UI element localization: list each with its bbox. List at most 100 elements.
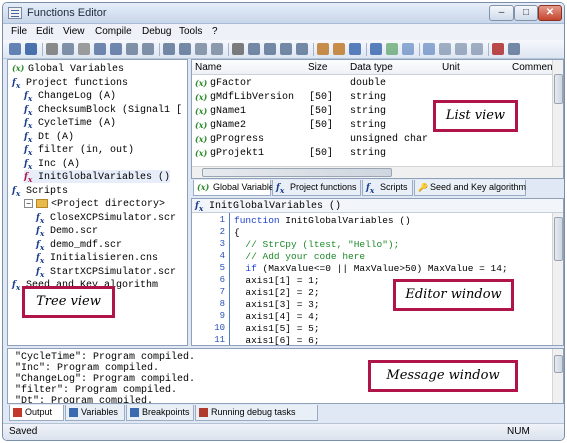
message-vertical-scrollbar[interactable]	[552, 349, 563, 403]
tab-output[interactable]: Output	[9, 405, 64, 421]
tab-variables[interactable]: Variables	[65, 405, 125, 421]
tree-item[interactable]: fx CloseXCPSimulator.scr	[36, 211, 176, 225]
compile-all-icon[interactable]	[333, 43, 345, 55]
copy-block-icon[interactable]	[179, 43, 191, 55]
code-line[interactable]: axis1[2] = 2;	[234, 287, 319, 299]
list-cell-name[interactable]: gName1	[210, 105, 246, 118]
tab-seed-and-key-algorithm[interactable]: 🔑 Seed and Key algorithm	[414, 180, 526, 196]
step-out-icon[interactable]	[471, 43, 483, 55]
editor-window: fx InitGlobalVariables () 1 2 3 4 5 6 7 8 9 10 11 f…	[191, 198, 564, 346]
tree-item[interactable]: fx ChangeLog (A)	[24, 89, 116, 103]
menu-help[interactable]: ?	[212, 26, 218, 37]
list-cell-name[interactable]: gName2	[210, 119, 246, 132]
list-icon[interactable]	[280, 43, 292, 55]
code-line[interactable]: if (MaxValue<=0 || MaxValue>50) MaxValue…	[234, 263, 507, 275]
step-over-icon[interactable]	[455, 43, 467, 55]
column-header-size[interactable]: Size	[305, 60, 347, 75]
list-cell-name[interactable]: gFactor	[210, 77, 252, 90]
code-line[interactable]: {	[234, 227, 240, 239]
cut-icon[interactable]	[46, 43, 58, 55]
run-icon[interactable]	[386, 43, 398, 55]
watch-icon[interactable]	[508, 43, 520, 55]
list-cell-name[interactable]: gProjekt1	[210, 147, 264, 160]
tab-running-debug-tasks[interactable]: Running debug tasks	[195, 405, 318, 421]
maximize-button[interactable]: □	[514, 5, 538, 21]
comment-icon[interactable]	[195, 43, 207, 55]
tree-item[interactable]: fx Project functions	[12, 76, 129, 90]
expand-collapse-toggle[interactable]: −	[24, 198, 33, 208]
tree-item[interactable]: (x) Global Variables	[12, 62, 124, 75]
column-header-comment[interactable]: Comment	[509, 60, 555, 75]
list-hscroll-thumb[interactable]	[202, 168, 392, 177]
view-split-icon[interactable]	[370, 43, 382, 55]
code-line[interactable]: axis1[4] = 4;	[234, 311, 319, 323]
code-line[interactable]: axis1[6] = 6;	[234, 335, 319, 345]
tab-label: Variables	[81, 407, 118, 417]
message-scroll-thumb[interactable]	[554, 355, 563, 373]
font-size-icon[interactable]	[232, 43, 244, 55]
copy-line-icon[interactable]	[163, 43, 175, 55]
view-icon[interactable]	[349, 43, 361, 55]
tab-breakpoints[interactable]: Breakpoints	[126, 405, 194, 421]
save-icon[interactable]	[25, 43, 37, 55]
tree-item[interactable]: fx Initialisieren.cns	[36, 251, 159, 265]
tree-item[interactable]: fx Scripts	[12, 184, 68, 198]
code-line[interactable]: // StrCpy (ltest, "Hello");	[234, 239, 399, 251]
close-button[interactable]: ✕	[538, 5, 562, 21]
menu-grip-icon[interactable]	[9, 43, 21, 55]
menu-compile[interactable]: Compile	[95, 26, 132, 37]
menu-edit[interactable]: Edit	[36, 26, 53, 37]
outdent-icon[interactable]	[264, 43, 276, 55]
compile-icon[interactable]	[317, 43, 329, 55]
replace-icon[interactable]	[142, 43, 154, 55]
code-line[interactable]: axis1[5] = 5;	[234, 323, 319, 335]
redo-icon[interactable]	[110, 43, 122, 55]
menu-file[interactable]: File	[11, 26, 27, 37]
copy-icon[interactable]	[62, 43, 74, 55]
breakpoint-icon[interactable]	[492, 43, 504, 55]
menu-tools[interactable]: Tools	[179, 26, 202, 37]
undo-icon[interactable]	[94, 43, 106, 55]
paste-icon[interactable]	[78, 43, 90, 55]
find-icon[interactable]	[126, 43, 138, 55]
tree-item[interactable]: fx ChecksumBlock (Signal1 [	[24, 103, 182, 117]
list-horizontal-scrollbar[interactable]	[192, 166, 563, 178]
tree-item[interactable]: − <Project directory>	[24, 197, 165, 210]
pause-icon[interactable]	[402, 43, 414, 55]
message-line: "CycleTime": Program compiled.	[15, 352, 196, 363]
indent-icon[interactable]	[248, 43, 260, 55]
tab-global-variables[interactable]: (x) Global Variables	[193, 180, 278, 196]
column-header-unit[interactable]: Unit	[439, 60, 509, 75]
column-header-name[interactable]: Name	[192, 60, 305, 75]
list-cell-name[interactable]: gProgress	[210, 133, 264, 146]
column-header-data-type[interactable]: Data type	[347, 60, 439, 75]
code-line[interactable]: axis1[3] = 3;	[234, 299, 319, 311]
tree-item-label: Initialisieren.cns	[50, 253, 159, 264]
tab-project-functions[interactable]: fx Project functions	[272, 180, 361, 196]
menu-view[interactable]: View	[63, 26, 85, 37]
list-vertical-scrollbar[interactable]	[552, 60, 563, 166]
tree-item-label: Global Variables	[28, 64, 125, 75]
code-line[interactable]: axis1[1] = 1;	[234, 275, 319, 287]
tree-item[interactable]: fx InitGlobalVariables ()	[24, 170, 171, 184]
uncomment-icon[interactable]	[211, 43, 223, 55]
center-tab-strip: (x) Global Variables fx Project functions fx…	[191, 179, 564, 197]
stop-icon[interactable]	[423, 43, 435, 55]
tab-label: Scripts	[380, 182, 408, 192]
tree-item-label: CycleTime (A)	[38, 118, 117, 129]
code-line[interactable]: function InitGlobalVariables ()	[234, 215, 411, 227]
tree-item[interactable]: fx filter (in, out)	[24, 143, 134, 157]
tree-item[interactable]: fx StartXCPSimulator.scr	[36, 265, 176, 279]
list-cell-type: unsigned char	[350, 134, 429, 145]
editor-scroll-thumb[interactable]	[554, 217, 563, 261]
editor-vertical-scrollbar[interactable]	[552, 213, 563, 345]
code-line[interactable]: // Add your code here	[234, 251, 365, 263]
tab-scripts[interactable]: fx Scripts	[362, 180, 413, 196]
tree-item-label: Project functions	[26, 77, 129, 89]
menu-debug[interactable]: Debug	[142, 26, 171, 37]
table-icon[interactable]	[296, 43, 308, 55]
list-cell-name[interactable]: gMdfLibVersion	[210, 91, 294, 104]
step-into-icon[interactable]	[439, 43, 451, 55]
list-scroll-thumb[interactable]	[554, 74, 563, 104]
minimize-button[interactable]: –	[489, 5, 514, 21]
